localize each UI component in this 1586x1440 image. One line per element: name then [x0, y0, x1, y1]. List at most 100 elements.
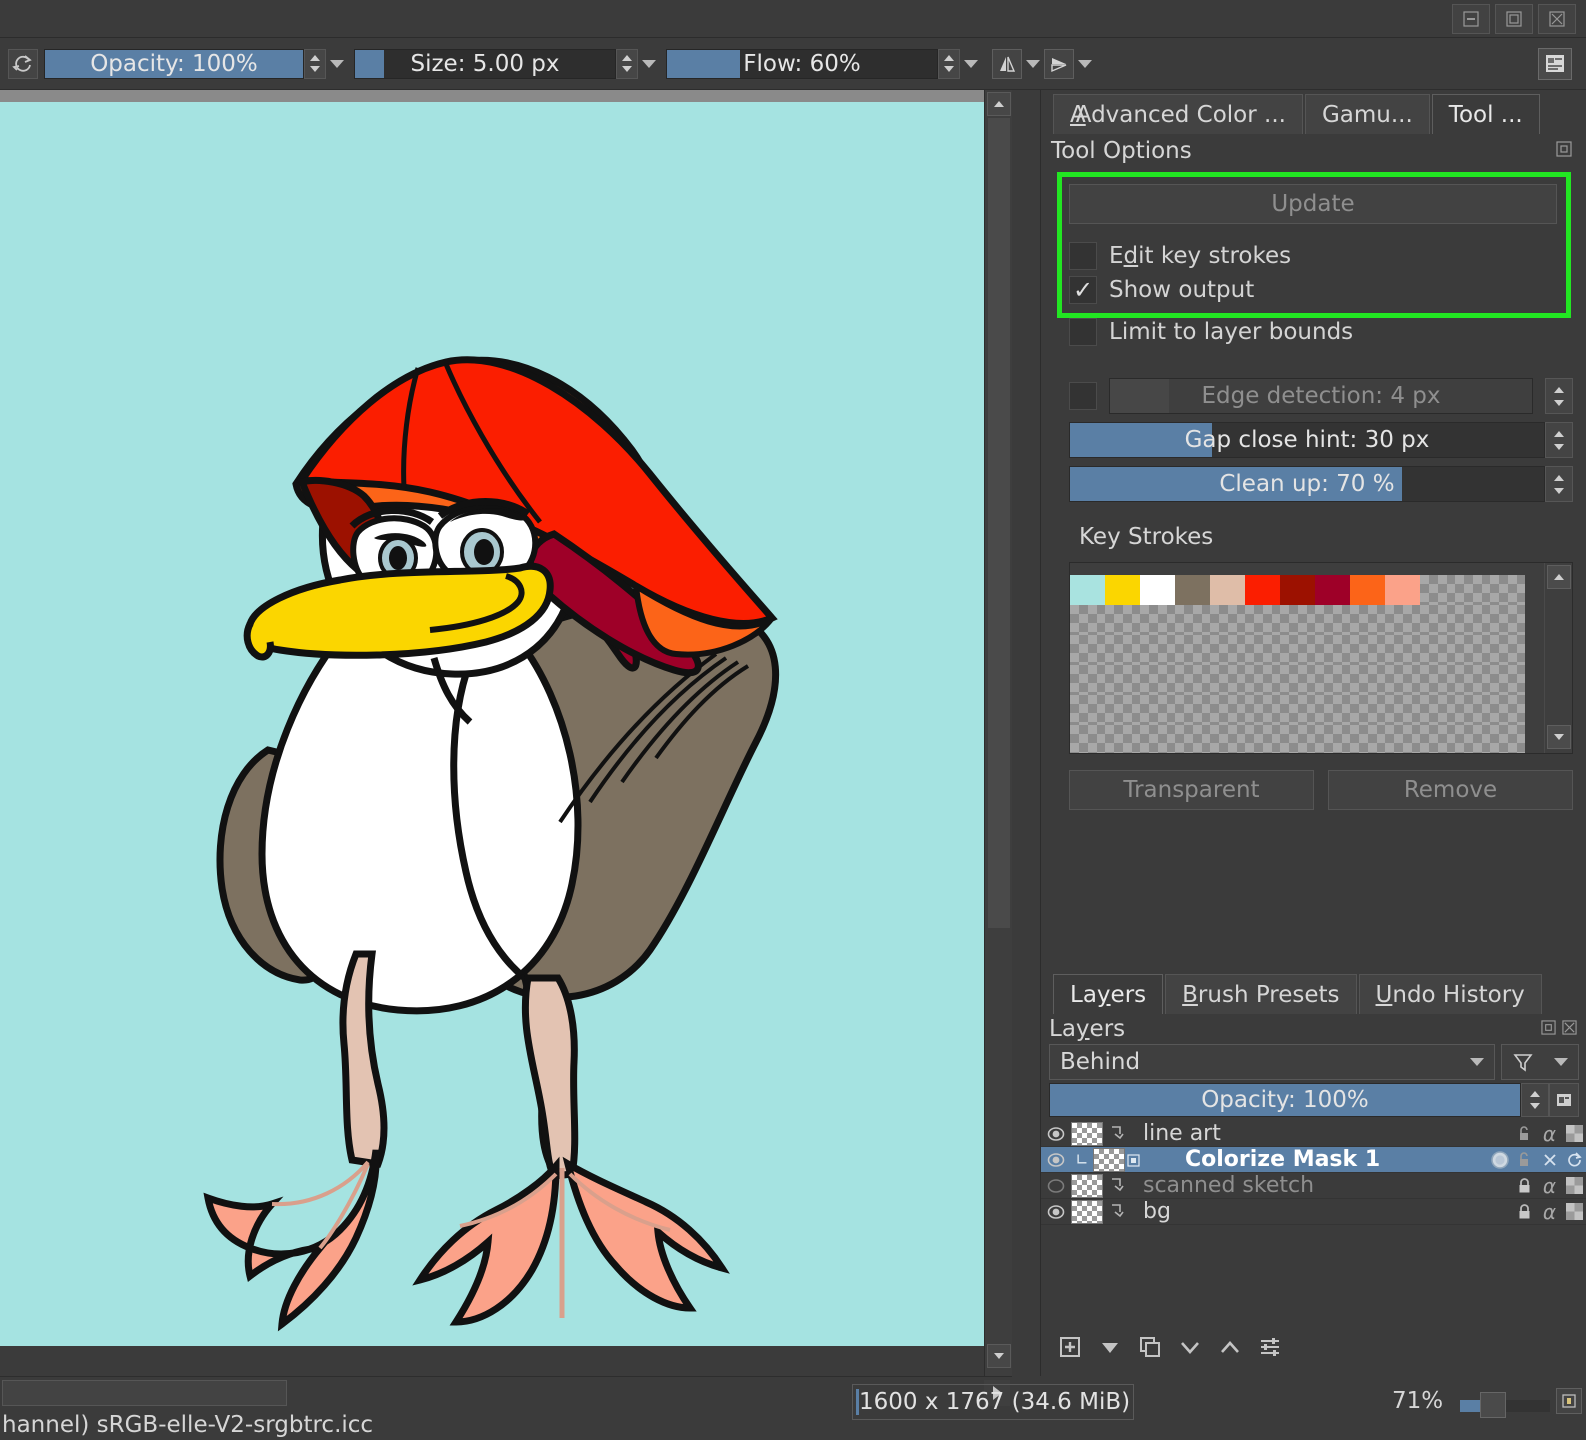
mirror-vertical-dropdown-icon[interactable]	[1074, 49, 1096, 79]
key-stroke-empty-cell[interactable]	[1175, 605, 1210, 635]
layer-name[interactable]: scanned sketch	[1129, 1173, 1512, 1198]
scroll-up-button[interactable]	[987, 92, 1011, 116]
key-stroke-empty-cell[interactable]	[1385, 695, 1420, 725]
zoom-slider-handle[interactable]	[1480, 1392, 1506, 1418]
locked-icon[interactable]	[1512, 1199, 1537, 1225]
mirror-horizontal-icon[interactable]	[992, 49, 1022, 79]
alpha-icon[interactable]: α	[1537, 1173, 1562, 1199]
key-stroke-empty-cell[interactable]	[1070, 725, 1105, 754]
add-layer-dropdown-icon[interactable]	[1099, 1336, 1121, 1362]
key-stroke-swatch[interactable]	[1315, 575, 1350, 605]
vertical-scroll-thumb[interactable]	[988, 118, 1010, 928]
layer-list[interactable]: line artα∟Colorize Mask 1scanned sketchα…	[1041, 1121, 1586, 1225]
key-stroke-empty-cell[interactable]	[1105, 635, 1140, 665]
flow-spinner[interactable]	[938, 49, 960, 79]
key-stroke-empty-cell[interactable]	[1385, 605, 1420, 635]
clean-up-slider[interactable]: Clean up: 70 %	[1069, 466, 1545, 502]
edge-detection-row[interactable]: Edge detection: 4 px	[1069, 378, 1573, 414]
key-stroke-empty-cell[interactable]	[1140, 665, 1175, 695]
layer-thumbnail[interactable]	[1093, 1148, 1125, 1172]
key-stroke-empty-cell[interactable]	[1175, 635, 1210, 665]
mirror-vertical-icon[interactable]	[1044, 49, 1074, 79]
edit-key-strokes-row[interactable]: Edit key strokes	[1069, 242, 1569, 270]
key-stroke-empty-cell[interactable]	[1105, 605, 1140, 635]
horizontal-scroll-thumb[interactable]	[2, 1380, 287, 1406]
opacity-slider[interactable]: Opacity: 100%	[44, 49, 304, 79]
tab-undo-history[interactable]: Undo History	[1359, 974, 1542, 1014]
edge-detection-spinner[interactable]	[1545, 378, 1573, 414]
show-output-row[interactable]: ✓ Show output	[1069, 276, 1569, 304]
transparent-button[interactable]: Transparent	[1069, 770, 1314, 810]
key-stroke-empty-cell[interactable]	[1420, 665, 1455, 695]
alpha-lock-icon[interactable]	[1562, 1121, 1586, 1147]
key-stroke-empty-cell[interactable]	[1420, 635, 1455, 665]
key-stroke-empty-cell[interactable]	[1455, 575, 1490, 605]
layer-style-icon[interactable]	[1105, 1124, 1129, 1144]
show-output-checkbox[interactable]: ✓	[1069, 276, 1097, 304]
key-stroke-empty-cell[interactable]	[1245, 725, 1280, 754]
key-stroke-empty-cell[interactable]	[1105, 665, 1140, 695]
size-spinner[interactable]	[616, 49, 638, 79]
layer-thumbnail[interactable]	[1071, 1174, 1103, 1198]
remove-button[interactable]: Remove	[1328, 770, 1573, 810]
key-stroke-empty-cell[interactable]	[1385, 665, 1420, 695]
key-stroke-empty-cell[interactable]	[1140, 635, 1175, 665]
tab-gamut[interactable]: Gamu...	[1305, 94, 1430, 134]
zoom-slider-track[interactable]	[1506, 1400, 1550, 1412]
key-stroke-empty-cell[interactable]	[1420, 575, 1455, 605]
key-stroke-empty-cell[interactable]	[1245, 695, 1280, 725]
key-stroke-empty-cell[interactable]	[1490, 695, 1525, 725]
key-stroke-empty-cell[interactable]	[1490, 725, 1525, 754]
key-stroke-empty-cell[interactable]	[1350, 665, 1385, 695]
image-canvas[interactable]	[0, 102, 1012, 1346]
key-stroke-empty-cell[interactable]	[1490, 665, 1525, 695]
key-stroke-empty-cell[interactable]	[1280, 725, 1315, 754]
key-stroke-empty-cell[interactable]	[1420, 605, 1455, 635]
refresh-icon[interactable]	[1562, 1147, 1586, 1173]
key-stroke-empty-cell[interactable]	[1245, 605, 1280, 635]
key-stroke-empty-cell[interactable]	[1210, 695, 1245, 725]
key-stroke-empty-cell[interactable]	[1315, 725, 1350, 754]
key-strokes-scroll-up-button[interactable]	[1547, 565, 1571, 589]
key-stroke-empty-cell[interactable]	[1455, 635, 1490, 665]
layer-thumbnail[interactable]	[1071, 1200, 1103, 1224]
duplicate-layer-icon[interactable]	[1139, 1336, 1161, 1362]
layer-visibility-toggle[interactable]	[1041, 1176, 1071, 1196]
key-strokes-list[interactable]	[1069, 562, 1573, 754]
update-button[interactable]: Update	[1069, 184, 1557, 224]
key-stroke-empty-cell[interactable]	[1140, 725, 1175, 754]
key-stroke-swatch[interactable]	[1140, 575, 1175, 605]
key-stroke-swatch[interactable]	[1210, 575, 1245, 605]
key-stroke-empty-cell[interactable]	[1490, 605, 1525, 635]
key-stroke-empty-cell[interactable]	[1455, 725, 1490, 754]
close-icon[interactable]	[1537, 1147, 1562, 1173]
key-stroke-empty-cell[interactable]	[1175, 695, 1210, 725]
key-stroke-empty-cell[interactable]	[1315, 635, 1350, 665]
key-stroke-swatch[interactable]	[1385, 575, 1420, 605]
key-stroke-empty-cell[interactable]	[1245, 635, 1280, 665]
key-stroke-empty-cell[interactable]	[1210, 725, 1245, 754]
size-slider[interactable]: Size: 5.00 px	[354, 49, 616, 79]
colorize-icon[interactable]	[1487, 1147, 1512, 1173]
float-docker-icon[interactable]	[1541, 1020, 1556, 1039]
key-stroke-empty-cell[interactable]	[1140, 695, 1175, 725]
clean-up-row[interactable]: Clean up: 70 %	[1069, 466, 1573, 502]
key-stroke-empty-cell[interactable]	[1245, 665, 1280, 695]
tab-layers[interactable]: Layers	[1053, 974, 1163, 1014]
layer-visibility-toggle[interactable]	[1041, 1124, 1071, 1144]
add-layer-icon[interactable]	[1059, 1336, 1081, 1362]
key-strokes-scrollbar[interactable]	[1544, 563, 1572, 754]
layer-style-icon[interactable]	[1105, 1202, 1129, 1222]
key-stroke-empty-cell[interactable]	[1420, 695, 1455, 725]
key-stroke-empty-cell[interactable]	[1385, 725, 1420, 754]
reset-rotation-icon[interactable]	[8, 49, 38, 79]
layer-opacity-spinner[interactable]	[1521, 1083, 1549, 1117]
table-row[interactable]: ∟Colorize Mask 1	[1041, 1147, 1586, 1173]
layer-style-icon[interactable]	[1105, 1176, 1129, 1196]
key-strokes-scroll-down-button[interactable]	[1547, 725, 1571, 749]
close-button[interactable]	[1538, 4, 1576, 34]
alpha-icon[interactable]: α	[1537, 1121, 1562, 1147]
key-strokes-swatch-grid[interactable]	[1070, 575, 1544, 754]
opacity-dropdown-icon[interactable]	[326, 49, 348, 79]
table-row[interactable]: scanned sketch α	[1041, 1173, 1586, 1199]
